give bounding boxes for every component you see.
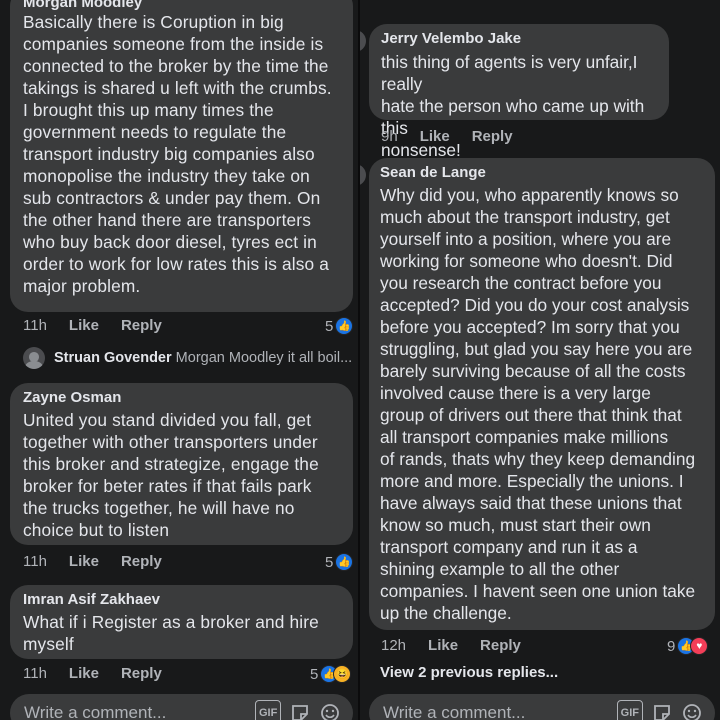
comment-actions: 12h Like Reply	[381, 637, 521, 654]
reaction-summary[interactable]: 5 👍	[325, 317, 354, 335]
comment-actions: 11h Like Reply	[23, 553, 162, 570]
comment-author[interactable]: Jerry Velembo Jake	[381, 30, 657, 47]
comment-text: United you stand divided you fall, get t…	[23, 410, 319, 540]
reply-preview-author: Struan Govender	[54, 350, 172, 366]
avatar[interactable]	[23, 347, 45, 369]
comment-actions: 11h Like Reply	[23, 665, 162, 682]
comment-bubble-zayne: Zayne Osman United you stand divided you…	[10, 383, 353, 545]
reply-button[interactable]: Reply	[121, 665, 162, 682]
comment-composer: GIF	[10, 694, 353, 720]
comment-bubble-morgan: Morgan Moodley Basically there is Corupt…	[10, 0, 353, 312]
like-button[interactable]: Like	[69, 317, 99, 334]
comment-time[interactable]: 12h	[381, 637, 406, 654]
comment-composer: GIF	[369, 694, 715, 720]
left-screenshot-panel: Morgan Moodley Basically there is Corupt…	[0, 0, 358, 720]
like-button[interactable]: Like	[428, 637, 458, 654]
view-previous-replies-link[interactable]: View 2 previous replies...	[380, 664, 558, 681]
comment-bubble-jerry: Jerry Velembo Jake this thing of agents …	[369, 24, 669, 160]
reaction-count: 9	[667, 637, 676, 655]
reply-button[interactable]: Reply	[472, 128, 513, 145]
reply-preview-text: Morgan Moodley it all boil...	[175, 350, 353, 366]
haha-reaction-icon: 😆	[333, 665, 352, 683]
comment-input[interactable]	[381, 702, 609, 720]
comment-author[interactable]: Zayne Osman	[23, 389, 340, 406]
reaction-summary[interactable]: 9 👍 ♥	[667, 637, 709, 655]
reply-button[interactable]: Reply	[480, 637, 521, 654]
love-reaction-icon: ♥	[690, 637, 709, 655]
reaction-count: 5	[325, 317, 334, 335]
comment-input[interactable]	[22, 702, 247, 720]
comment-author[interactable]: Imran Asif Zakhaev	[23, 591, 340, 608]
comment-time[interactable]: 9h	[381, 128, 398, 145]
reply-button[interactable]: Reply	[121, 553, 162, 570]
sticker-icon[interactable]	[289, 702, 311, 720]
comment-actions: 9h Like Reply	[381, 128, 513, 145]
comment-bubble-imran: Imran Asif Zakhaev What if i Register as…	[10, 585, 353, 659]
like-reaction-icon: 👍	[335, 317, 354, 335]
comment-text: Why did you, who apparently knows so muc…	[380, 185, 696, 623]
avatar[interactable]	[360, 30, 366, 52]
like-reaction-icon: 👍	[335, 553, 354, 571]
reaction-count: 5	[325, 553, 334, 571]
comment-time[interactable]: 11h	[23, 317, 47, 334]
comment-actions: 11h Like Reply	[23, 317, 162, 334]
sticker-icon[interactable]	[651, 702, 673, 720]
reply-button[interactable]: Reply	[121, 317, 162, 334]
comment-author[interactable]: Sean de Lange	[380, 164, 704, 181]
comment-time[interactable]: 11h	[23, 553, 47, 570]
reaction-summary[interactable]: 5 👍 😆	[310, 665, 352, 683]
gif-icon[interactable]: GIF	[255, 700, 282, 720]
comment-time[interactable]: 11h	[23, 665, 47, 682]
reply-preview[interactable]: Struan Govender Morgan Moodley it all bo…	[54, 350, 352, 366]
like-button[interactable]: Like	[69, 665, 99, 682]
comment-text: Basically there is Coruption in big comp…	[23, 12, 332, 296]
right-screenshot-panel: Jerry Velembo Jake this thing of agents …	[360, 0, 720, 720]
like-button[interactable]: Like	[69, 553, 99, 570]
emoji-icon[interactable]	[319, 702, 341, 720]
like-button[interactable]: Like	[420, 128, 450, 145]
avatar[interactable]	[360, 164, 366, 186]
comment-author[interactable]: Morgan Moodley	[23, 0, 340, 11]
emoji-icon[interactable]	[681, 702, 703, 720]
gif-icon[interactable]: GIF	[616, 700, 643, 720]
reaction-summary[interactable]: 5 👍	[325, 553, 354, 571]
comment-bubble-sean: Sean de Lange Why did you, who apparentl…	[369, 158, 715, 630]
comment-text: What if i Register as a broker and hire …	[23, 612, 319, 654]
reaction-count: 5	[310, 665, 319, 683]
